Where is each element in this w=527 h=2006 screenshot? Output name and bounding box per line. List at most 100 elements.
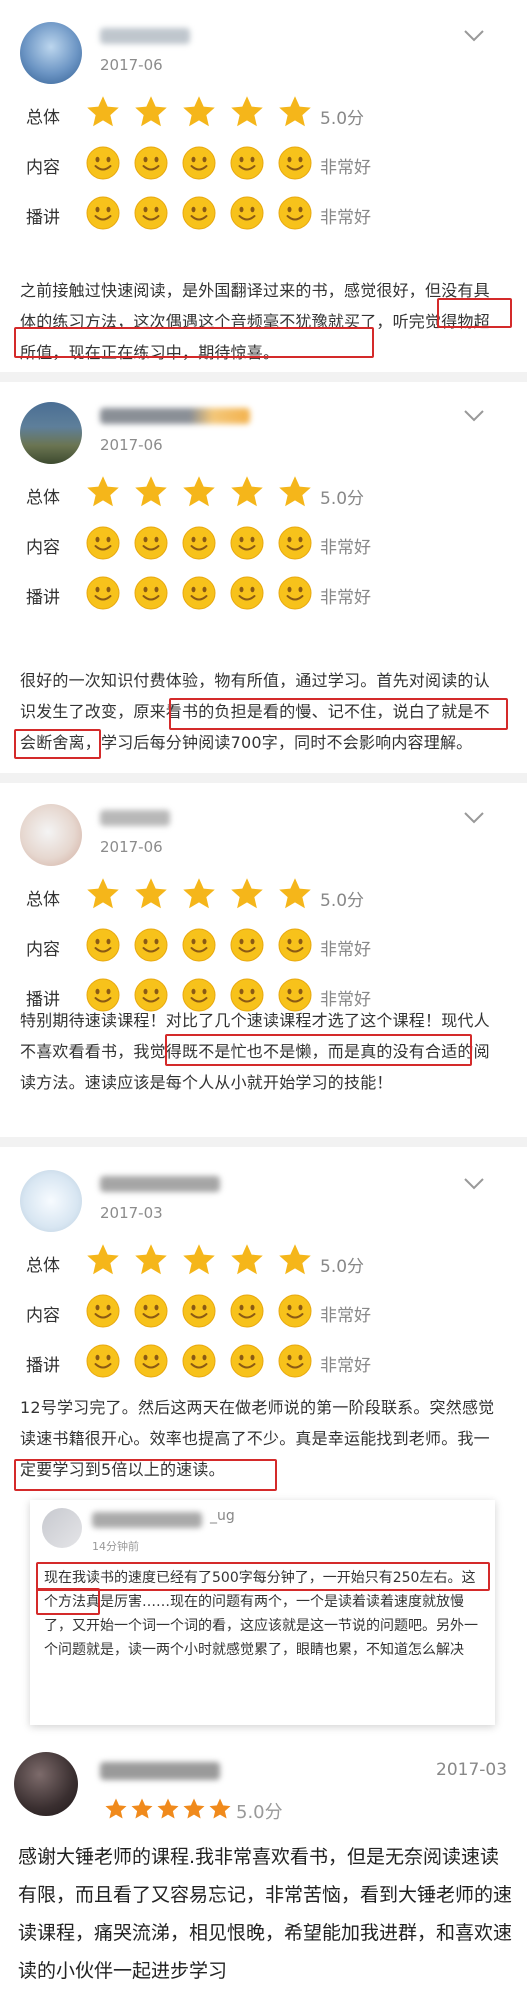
content-faces [86, 1294, 312, 1328]
avatar [20, 402, 82, 464]
content-label: 内容 [26, 538, 60, 558]
star-icon [84, 94, 122, 130]
review-date: 2017-03 [436, 1760, 508, 1780]
smiley-icon [134, 576, 168, 610]
smiley-icon [182, 526, 216, 560]
smiley-icon [134, 1294, 168, 1328]
narration-label: 播讲 [26, 588, 60, 608]
smiley-icon [86, 1344, 120, 1378]
smiley-icon [86, 526, 120, 560]
star-icon [180, 94, 218, 130]
star-icon [84, 1242, 122, 1278]
overall-stars [84, 876, 314, 912]
smiley-icon [230, 196, 264, 230]
star-icon [84, 474, 122, 510]
star-icon [104, 1797, 128, 1821]
highlight-box [14, 327, 374, 358]
highlight-box [14, 1459, 277, 1491]
smiley-icon [278, 928, 312, 962]
narration-faces [86, 1344, 312, 1378]
username [100, 810, 170, 826]
username [100, 408, 250, 424]
smiley-icon [134, 1344, 168, 1378]
content-faces [86, 146, 312, 180]
star-icon [156, 1797, 180, 1821]
content-rating: 非常好 [320, 158, 371, 178]
narration-rating: 非常好 [320, 1356, 371, 1376]
smiley-icon [182, 146, 216, 180]
narration-faces [86, 576, 312, 610]
star-icon [180, 1242, 218, 1278]
username [100, 1176, 220, 1192]
smiley-icon [182, 196, 216, 230]
star-icon [276, 474, 314, 510]
star-icon [228, 876, 266, 912]
star-icon [132, 876, 170, 912]
chevron-down-icon[interactable] [462, 28, 486, 44]
review-date: 2017-06 [100, 56, 163, 74]
smiley-icon [230, 1344, 264, 1378]
overall-stars [84, 94, 314, 130]
smiley-icon [230, 146, 264, 180]
star-icon [180, 474, 218, 510]
smiley-icon [86, 146, 120, 180]
content-label: 内容 [26, 158, 60, 178]
avatar [14, 1752, 78, 1816]
star-icon [132, 1242, 170, 1278]
narration-label: 播讲 [26, 208, 60, 228]
username-suffix: _ug [210, 1508, 235, 1524]
review-date: 2017-06 [100, 436, 163, 454]
overall-stars [84, 474, 314, 510]
smiley-icon [86, 928, 120, 962]
smiley-icon [278, 146, 312, 180]
overall-score: 5.0分 [320, 489, 365, 509]
star-icon [276, 94, 314, 130]
comment-time: 14分钟前 [92, 1540, 139, 1553]
rating-value: 5.0分 [236, 1802, 283, 1823]
overall-label: 总体 [26, 488, 60, 508]
overall-stars [84, 1242, 314, 1278]
star-icon [132, 94, 170, 130]
overall-label: 总体 [26, 1256, 60, 1276]
smiley-icon [182, 576, 216, 610]
content-rating: 非常好 [320, 1306, 371, 1326]
separator [0, 372, 527, 382]
content-faces [86, 526, 312, 560]
separator [0, 1137, 527, 1147]
chevron-down-icon[interactable] [462, 408, 486, 424]
review-date: 2017-06 [100, 838, 163, 856]
smiley-icon [182, 1294, 216, 1328]
username [92, 1512, 202, 1528]
highlight-box [36, 1588, 100, 1615]
smiley-icon [134, 196, 168, 230]
star-icon [130, 1797, 154, 1821]
smiley-icon [230, 576, 264, 610]
highlight-box [36, 1562, 490, 1591]
star-icon [276, 1242, 314, 1278]
overall-score: 5.0分 [320, 891, 365, 911]
smiley-icon [278, 196, 312, 230]
smiley-icon [86, 576, 120, 610]
smiley-icon [278, 526, 312, 560]
chevron-down-icon[interactable] [462, 1176, 486, 1192]
overall-score: 5.0分 [320, 1257, 365, 1277]
star-icon [228, 474, 266, 510]
highlight-box [14, 729, 101, 759]
smiley-icon [230, 1294, 264, 1328]
content-rating: 非常好 [320, 538, 371, 558]
avatar [20, 804, 82, 866]
smiley-icon [134, 928, 168, 962]
star-icon [132, 474, 170, 510]
smiley-icon [134, 526, 168, 560]
highlight-box [169, 698, 508, 730]
narration-rating: 非常好 [320, 588, 371, 608]
star-icon [182, 1797, 206, 1821]
overall-label: 总体 [26, 890, 60, 910]
star-icon [276, 876, 314, 912]
chevron-down-icon[interactable] [462, 810, 486, 826]
overall-label: 总体 [26, 108, 60, 128]
content-faces [86, 928, 312, 962]
review-date: 2017-03 [100, 1204, 163, 1222]
avatar [20, 1170, 82, 1232]
smiley-icon [86, 196, 120, 230]
